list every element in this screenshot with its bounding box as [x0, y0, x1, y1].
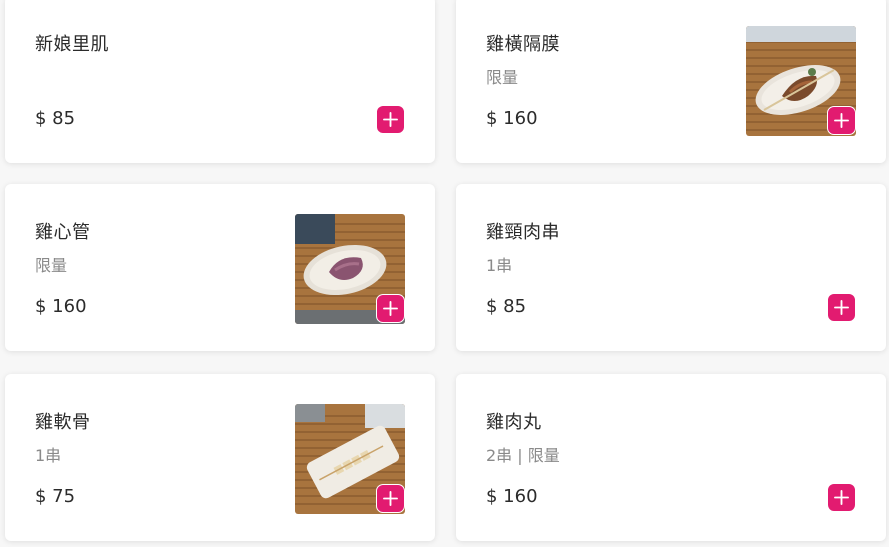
- plus-icon: [834, 300, 849, 315]
- item-name: 新娘里肌: [35, 34, 109, 55]
- item-price: $ 75: [35, 486, 76, 507]
- plus-icon: [834, 113, 849, 128]
- plus-icon: [383, 112, 398, 127]
- item-name: 雞頸肉串: [486, 222, 560, 243]
- item-photo[interactable]: [295, 214, 405, 324]
- menu-grid: 新娘里肌 $ 85 雞橫隔膜 限量 $ 160 雞心管 限量 $ 160 雞頸肉…: [0, 0, 889, 547]
- item-name: 雞軟骨: [35, 412, 91, 433]
- add-to-cart-button[interactable]: [827, 106, 856, 135]
- item-photo[interactable]: [746, 26, 856, 136]
- menu-item-card[interactable]: 新娘里肌 $ 85: [5, 0, 435, 163]
- menu-item-card[interactable]: 雞橫隔膜 限量 $ 160: [456, 0, 886, 163]
- plus-icon: [383, 491, 398, 506]
- item-price: $ 160: [486, 108, 538, 129]
- item-name: 雞心管: [35, 222, 91, 243]
- plus-icon: [383, 301, 398, 316]
- item-price: $ 85: [35, 108, 76, 129]
- item-description: 限量: [35, 256, 68, 275]
- item-price: $ 160: [486, 486, 538, 507]
- menu-item-card[interactable]: 雞軟骨 1串 $ 75: [5, 374, 435, 541]
- menu-item-card[interactable]: 雞心管 限量 $ 160: [5, 184, 435, 351]
- item-description: 1串: [35, 446, 62, 465]
- add-to-cart-button[interactable]: [376, 484, 405, 513]
- menu-item-card[interactable]: 雞頸肉串 1串 $ 85: [456, 184, 886, 351]
- item-photo[interactable]: [295, 404, 405, 514]
- add-to-cart-button[interactable]: [827, 483, 856, 512]
- plus-icon: [834, 490, 849, 505]
- item-price: $ 85: [486, 296, 527, 317]
- add-to-cart-button[interactable]: [376, 294, 405, 323]
- item-name: 雞橫隔膜: [486, 34, 560, 55]
- item-name: 雞肉丸: [486, 412, 542, 433]
- item-price: $ 160: [35, 296, 87, 317]
- item-description: 2串 | 限量: [486, 446, 560, 465]
- add-to-cart-button[interactable]: [376, 105, 405, 134]
- item-description: 限量: [486, 68, 519, 87]
- menu-item-card[interactable]: 雞肉丸 2串 | 限量 $ 160: [456, 374, 886, 541]
- add-to-cart-button[interactable]: [827, 293, 856, 322]
- item-description: 1串: [486, 256, 513, 275]
